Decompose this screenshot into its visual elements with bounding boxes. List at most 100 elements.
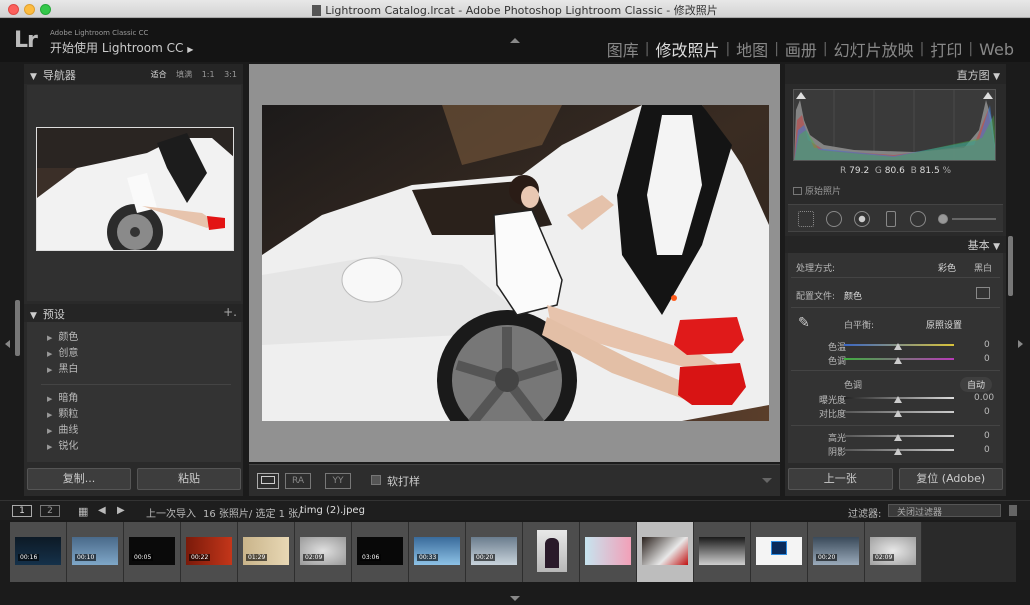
film-cell-2[interactable]: 00:10 [67,522,124,582]
module-slideshow[interactable]: 幻灯片放映 [828,37,920,61]
film-thumb [642,537,688,565]
film-cell-10[interactable] [523,522,580,582]
highlights-slider-knob[interactable] [894,434,902,441]
module-web[interactable]: Web [973,40,1020,59]
zoom-fit[interactable]: 适合 [151,70,167,79]
highlights-value[interactable]: 0 [984,431,990,441]
forward-arrow-icon[interactable]: ▶ [117,505,125,516]
preset-folder-grain[interactable]: ▶ 颗粒 [47,407,241,423]
contrast-value[interactable]: 0 [984,407,990,417]
main-photo[interactable] [262,105,769,421]
preset-folder-sharpen[interactable]: ▶ 锐化 [47,439,241,455]
film-cell-9[interactable]: 00:20 [466,522,523,582]
module-develop[interactable]: 修改照片 [649,37,725,61]
auto-tone-button[interactable]: 自动 [960,377,993,392]
tint-slider-knob[interactable] [894,357,902,364]
preset-folder-curve[interactable]: ▶ 曲线 [47,423,241,439]
zoom-fill[interactable]: 填满 [176,70,192,79]
previous-button[interactable]: 上一张 [788,468,893,490]
original-photo-toggle[interactable]: 原始照片 [793,184,841,197]
film-cell-12-selected[interactable] [637,522,694,582]
profile-browser-icon[interactable] [976,287,990,299]
zoom-3-1[interactable]: 3:1 [224,70,237,79]
basic-panel-header[interactable]: 基本 ▼ [785,236,1006,253]
film-cell-4[interactable]: 00:22 [181,522,238,582]
graduated-filter-icon[interactable] [886,211,896,227]
filter-lock-icon[interactable] [1009,505,1017,516]
film-cell-13[interactable] [694,522,751,582]
collapse-filmstrip-icon[interactable] [510,596,520,601]
film-cell-15[interactable]: 00:20 [808,522,865,582]
film-cell-6[interactable]: 02:09 [295,522,352,582]
preset-folder-vignette[interactable]: ▶ 暗角 [47,391,241,407]
source-label[interactable]: 上一次导入 [146,505,196,520]
temp-value[interactable]: 0 [984,340,990,350]
view-mode-button[interactable] [257,473,279,489]
grid-view-icon[interactable]: ▦ [78,505,88,518]
histogram[interactable] [793,89,996,161]
navigator-thumbnail[interactable] [36,127,234,251]
get-started-link[interactable]: 开始使用 Lightroom CC ▶ [50,39,193,56]
filter-select[interactable]: 关闭过滤器 [888,504,1001,518]
preset-folder-color[interactable]: ▶ 颜色 [47,330,241,346]
module-print[interactable]: 打印 [924,37,968,61]
presets-header[interactable]: ▼ 预设 +. [24,304,243,322]
profile-select[interactable]: 颜色 [844,289,862,302]
wb-select[interactable]: 原照设置 [926,318,962,331]
reset-adobe-button[interactable]: 复位 (Adobe) [898,468,1003,490]
navigator-header[interactable]: ▼ 导航器 适合 填满 1:1 3:1 [24,64,243,84]
exposure-slider-knob[interactable] [894,396,902,403]
back-arrow-icon[interactable]: ◀ [98,505,106,516]
spot-removal-tool-icon[interactable] [826,211,842,227]
treatment-bw-option[interactable]: 黑白 [974,261,992,274]
image-canvas[interactable] [249,64,780,462]
left-panel-edge[interactable] [0,64,24,496]
navigator-preview[interactable] [27,85,241,301]
exposure-value[interactable]: 0.00 [974,393,994,403]
add-preset-button[interactable]: +. [223,305,237,319]
preset-folder-bw[interactable]: ▶ 黑白 [47,362,241,378]
before-after-yy-button[interactable]: YY [325,473,351,489]
contrast-slider-knob[interactable] [894,410,902,417]
film-cell-3[interactable]: 00:05 [124,522,181,582]
radial-filter-icon[interactable] [910,211,926,227]
film-cell-14[interactable] [751,522,808,582]
collapse-top-panel-icon[interactable] [510,38,520,43]
paste-settings-button[interactable]: 粘贴 [137,468,241,490]
collapse-right-panel-icon[interactable] [1018,340,1023,348]
film-cell-7[interactable]: 03:06 [352,522,409,582]
film-cell-5[interactable]: 01:29 [238,522,295,582]
treatment-color-option[interactable]: 彩色 [938,261,956,274]
red-eye-tool-icon[interactable] [854,211,870,227]
right-scrollbar[interactable] [1008,236,1013,296]
zoom-1-1[interactable]: 1:1 [202,70,215,79]
preset-folder-creative[interactable]: ▶ 创意 [47,346,241,362]
module-book[interactable]: 画册 [779,37,823,61]
histogram-header[interactable]: 直方图 ▼ [785,64,1006,84]
module-map[interactable]: 地图 [730,37,774,61]
adjustment-brush-icon[interactable] [938,214,948,224]
collapse-left-panel-icon[interactable] [5,340,10,348]
soft-proof-checkbox[interactable] [371,475,381,485]
shadows-slider-knob[interactable] [894,448,902,455]
tint-value[interactable]: 0 [984,354,990,364]
current-filename[interactable]: timg (2).jpeg [300,505,365,516]
before-after-ra-button[interactable]: RA [285,473,311,489]
copy-settings-button[interactable]: 复制... [27,468,131,490]
eyedropper-icon[interactable]: ✎ [798,315,810,331]
film-cell-1[interactable]: 00:16 [10,522,67,582]
brush-slider[interactable] [952,218,996,220]
crop-tool-icon[interactable] [798,211,814,227]
left-scrollbar[interactable] [15,300,20,356]
module-library[interactable]: 图库 [601,37,645,61]
highlight-clipping-icon[interactable] [983,92,993,99]
film-cell-8[interactable]: 00:33 [409,522,466,582]
shadows-value[interactable]: 0 [984,445,990,455]
toolbar-menu-caret-icon[interactable] [762,478,772,483]
shadow-clipping-icon[interactable] [796,92,806,99]
temp-slider-knob[interactable] [894,343,902,350]
primary-window-button[interactable]: 1 [12,505,32,517]
film-cell-16[interactable]: 02:09 [865,522,922,582]
film-cell-11[interactable] [580,522,637,582]
secondary-window-button[interactable]: 2 [40,505,60,517]
